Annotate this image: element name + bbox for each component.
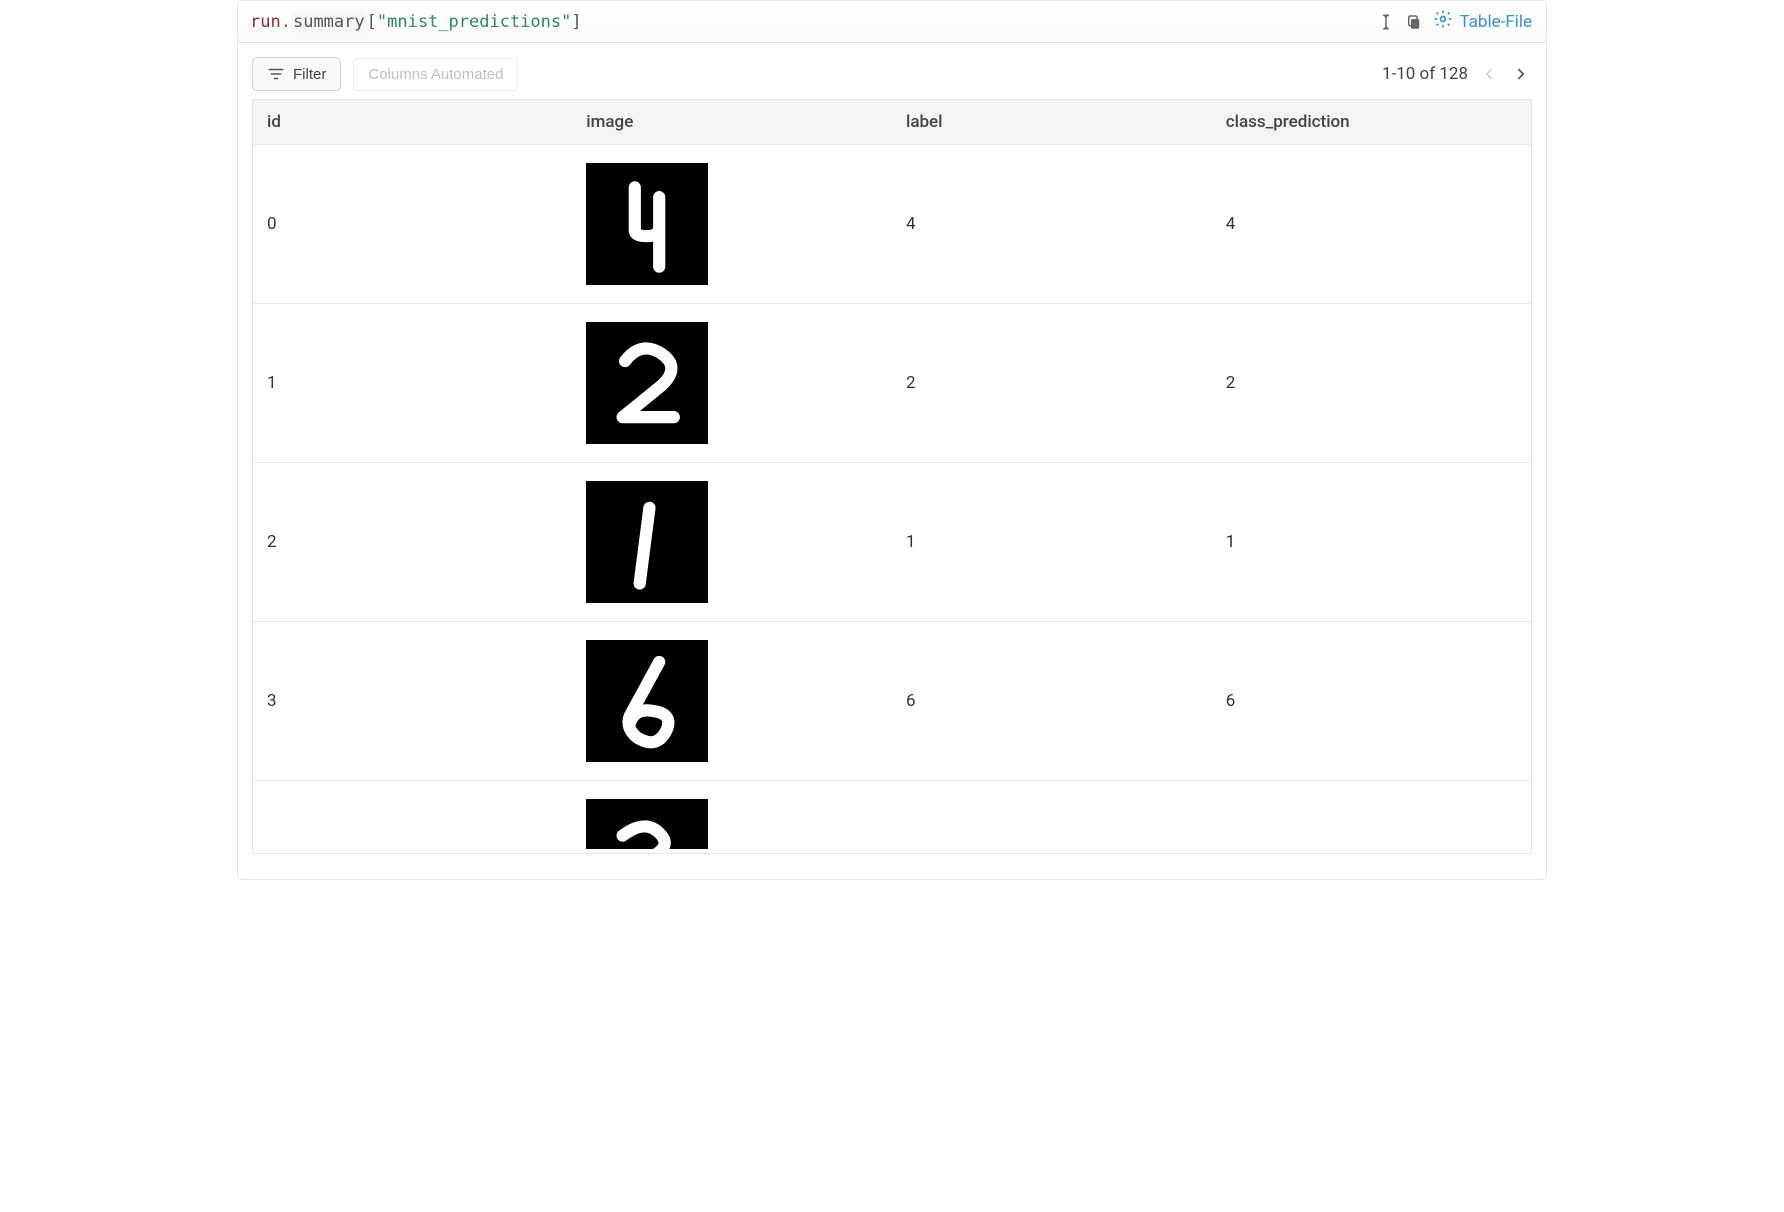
code-key: "mnist_predictions" bbox=[377, 12, 572, 32]
mnist-digit-image bbox=[586, 163, 708, 285]
cell-label: 6 bbox=[892, 622, 1212, 781]
cell-id: 3 bbox=[253, 622, 573, 781]
table-row[interactable]: 0 44 bbox=[253, 145, 1532, 304]
table-header-row: id image label class_prediction bbox=[253, 100, 1532, 145]
cell-class-prediction: 1 bbox=[1212, 463, 1532, 622]
table-file-label: Table-File bbox=[1459, 12, 1532, 32]
cell-class-prediction: 4 bbox=[1212, 145, 1532, 304]
col-header-image[interactable]: image bbox=[572, 100, 892, 145]
cell-id: 2 bbox=[253, 463, 573, 622]
predictions-table: id image label class_prediction 0 441 22… bbox=[252, 99, 1532, 854]
next-page-button[interactable] bbox=[1510, 63, 1532, 85]
table-row[interactable]: 4 33 bbox=[253, 781, 1532, 854]
data-panel: run.summary["mnist_predictions"] bbox=[237, 0, 1547, 880]
cell-image[interactable] bbox=[572, 145, 892, 304]
table-file-link[interactable]: Table-File bbox=[1433, 9, 1532, 34]
col-header-label[interactable]: label bbox=[892, 100, 1212, 145]
code-attr: summary bbox=[291, 11, 367, 33]
gear-icon bbox=[1433, 9, 1453, 34]
cell-class-prediction: 2 bbox=[1212, 304, 1532, 463]
cell-image[interactable] bbox=[572, 781, 892, 854]
mnist-digit-image bbox=[586, 481, 708, 603]
columns-automated-label: Columns Automated bbox=[368, 66, 503, 83]
table-wrapper: id image label class_prediction 0 441 22… bbox=[238, 99, 1546, 879]
cell-label: 2 bbox=[892, 304, 1212, 463]
text-cursor-icon[interactable] bbox=[1377, 13, 1395, 31]
col-header-class-prediction[interactable]: class_prediction bbox=[1212, 100, 1532, 145]
mnist-digit-image bbox=[586, 640, 708, 762]
code-bar: run.summary["mnist_predictions"] bbox=[238, 1, 1546, 43]
cell-image[interactable] bbox=[572, 304, 892, 463]
table-row[interactable]: 3 66 bbox=[253, 622, 1532, 781]
table-row[interactable]: 1 22 bbox=[253, 304, 1532, 463]
table-row[interactable]: 2 11 bbox=[253, 463, 1532, 622]
pagination-range: 1-10 of 128 bbox=[1382, 64, 1468, 84]
code-object: run bbox=[250, 12, 281, 32]
filter-icon bbox=[267, 65, 285, 83]
cell-id: 1 bbox=[253, 304, 573, 463]
mnist-digit-image bbox=[586, 799, 708, 849]
filter-button[interactable]: Filter bbox=[252, 57, 341, 91]
cell-image[interactable] bbox=[572, 622, 892, 781]
copy-icon[interactable] bbox=[1405, 13, 1423, 31]
cell-label: 4 bbox=[892, 145, 1212, 304]
pagination: 1-10 of 128 bbox=[1382, 63, 1532, 85]
prev-page-button bbox=[1478, 63, 1500, 85]
cell-id: 0 bbox=[253, 145, 573, 304]
mnist-digit-image bbox=[586, 322, 708, 444]
cell-label: 1 bbox=[892, 463, 1212, 622]
columns-automated-button[interactable]: Columns Automated bbox=[353, 58, 518, 91]
cell-image[interactable] bbox=[572, 463, 892, 622]
cell-class-prediction: 6 bbox=[1212, 622, 1532, 781]
code-tools: Table-File bbox=[1377, 9, 1532, 34]
col-header-id[interactable]: id bbox=[253, 100, 573, 145]
controls-bar: Filter Columns Automated 1-10 of 128 bbox=[238, 43, 1546, 99]
filter-label: Filter bbox=[293, 66, 326, 83]
code-expression: run.summary["mnist_predictions"] bbox=[250, 12, 582, 32]
